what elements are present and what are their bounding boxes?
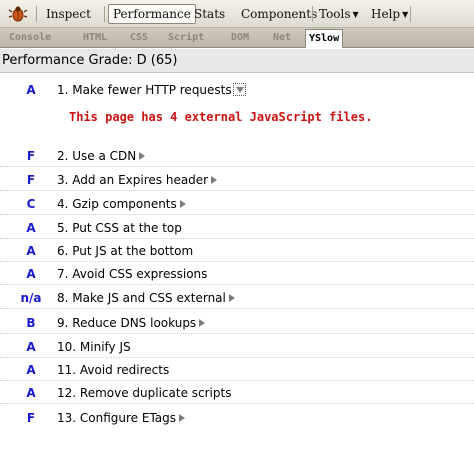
rule-row[interactable]: B 9. Reduce DNS lookups	[0, 312, 474, 334]
expand-arrow-icon[interactable]	[139, 152, 146, 160]
rule-grade: A	[26, 267, 36, 281]
toolbar: Inspect Performance Stats Components Too…	[0, 0, 474, 28]
rule-grade: A	[26, 244, 36, 258]
rule-grade: A	[26, 340, 36, 354]
tab-css[interactable]: CSS	[127, 30, 151, 47]
rule-label: 2. Use a CDN	[57, 145, 146, 167]
inspect-button[interactable]: Inspect	[42, 4, 95, 24]
rule-label: 5. Put CSS at the top	[57, 221, 182, 235]
rule-grade: B	[26, 316, 36, 330]
rule-grade: F	[26, 149, 36, 163]
tab-html[interactable]: HTML	[80, 30, 110, 47]
rule-row[interactable]: n/a 8. Make JS and CSS external	[0, 287, 474, 309]
components-button[interactable]: Components	[237, 4, 321, 24]
rule-label-text: 3. Add an Expires header	[57, 173, 209, 187]
rule-row[interactable]: A 7. Avoid CSS expressions	[0, 263, 474, 285]
expand-arrow-icon[interactable]	[211, 176, 218, 184]
tools-menu-label: Tools	[319, 7, 351, 21]
rule-row[interactable]: C 4. Gzip components	[0, 193, 474, 215]
rule-label-text: 13. Configure ETags	[57, 411, 177, 425]
tab-net[interactable]: Net	[270, 30, 294, 47]
tools-menu[interactable]: Tools ▼	[315, 4, 363, 24]
rule-grade: n/a	[20, 291, 42, 305]
rule-row[interactable]: F 2. Use a CDN	[0, 145, 474, 167]
rule-label: 6. Put JS at the bottom	[57, 244, 194, 258]
rule-grade: A	[26, 83, 36, 97]
tab-dom[interactable]: DOM	[228, 30, 252, 47]
performance-grade-header: Performance Grade: D (65)	[0, 49, 474, 73]
rule-label-text: 4. Gzip components	[57, 197, 177, 211]
rule-grade: A	[26, 386, 36, 400]
rule-label: 10. Minify JS	[57, 340, 131, 354]
rule-row[interactable]: A 1. Make fewer HTTP requests	[0, 79, 474, 137]
rule-label: 9. Reduce DNS lookups	[57, 312, 206, 334]
rule-row[interactable]: F 3. Add an Expires header	[0, 169, 474, 191]
rule-row[interactable]: A 5. Put CSS at the top	[0, 217, 474, 239]
rule-grade: F	[26, 173, 36, 187]
rule-grade: F	[26, 411, 36, 425]
rule-label-text: 2. Use a CDN	[57, 149, 137, 163]
expand-arrow-icon[interactable]	[179, 414, 186, 422]
help-menu[interactable]: Help ▼	[367, 4, 412, 24]
firebug-icon[interactable]	[8, 5, 28, 23]
rule-label-text: 8. Make JS and CSS external	[57, 291, 226, 305]
toolbar-separator	[410, 6, 411, 22]
rule-label: 12. Remove duplicate scripts	[57, 386, 232, 400]
rule-row[interactable]: F 13. Configure ETags	[0, 407, 474, 429]
rule-row[interactable]: A 11. Avoid redirects	[0, 359, 474, 381]
rule-label: 7. Avoid CSS expressions	[57, 267, 208, 281]
expand-arrow-icon[interactable]	[228, 294, 235, 302]
expand-arrow-icon[interactable]	[179, 200, 186, 208]
rule-grade: C	[26, 197, 36, 211]
rule-label: 13. Configure ETags	[57, 407, 186, 429]
rule-row[interactable]: A 6. Put JS at the bottom	[0, 240, 474, 262]
rule-label: 1. Make fewer HTTP requests	[57, 79, 246, 101]
rule-label: 8. Make JS and CSS external	[57, 287, 235, 309]
rule-label-text: 1. Make fewer HTTP requests	[57, 83, 232, 97]
rule-label: 4. Gzip components	[57, 193, 186, 215]
expand-arrow-icon[interactable]	[199, 319, 206, 327]
performance-button[interactable]: Performance	[108, 4, 196, 24]
toolbar-separator	[36, 6, 37, 22]
rule-grade: A	[26, 221, 36, 235]
rule-label-text: 9. Reduce DNS lookups	[57, 316, 197, 330]
rule-row[interactable]: A 12. Remove duplicate scripts	[0, 382, 474, 404]
rule-detail-message: This page has 4 external JavaScript file…	[69, 110, 373, 124]
toolbar-separator	[312, 6, 313, 22]
panel-tabs: Console HTML CSS Script DOM Net YSlow	[0, 28, 474, 48]
tab-script[interactable]: Script	[165, 30, 207, 47]
rule-row[interactable]: A 10. Minify JS	[0, 336, 474, 358]
stats-button[interactable]: Stats	[190, 4, 229, 24]
toolbar-separator	[104, 6, 105, 22]
collapse-arrow-icon[interactable]	[232, 83, 246, 96]
tab-yslow[interactable]: YSlow	[305, 29, 344, 48]
rule-label: 3. Add an Expires header	[57, 169, 218, 191]
help-menu-label: Help	[371, 7, 401, 21]
chevron-down-icon: ▼	[402, 10, 409, 19]
rule-label: 11. Avoid redirects	[57, 363, 170, 377]
chevron-down-icon: ▼	[352, 10, 359, 19]
rule-grade: A	[26, 363, 36, 377]
tab-console[interactable]: Console	[6, 30, 54, 47]
